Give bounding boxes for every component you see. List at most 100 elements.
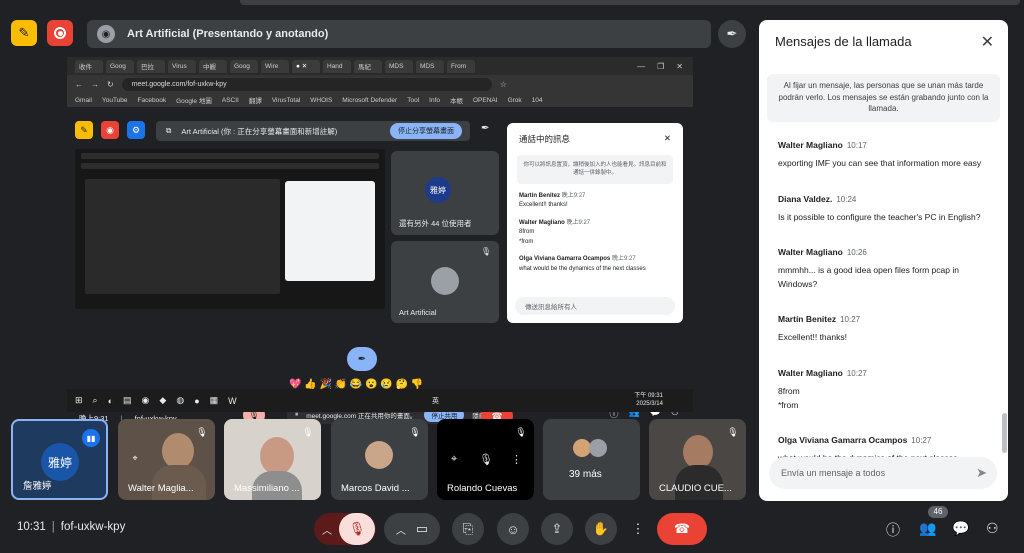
bookmark-item: 104	[531, 96, 543, 104]
chat-icon[interactable]: 💬	[952, 520, 969, 537]
browser-tab: Goog	[230, 59, 258, 73]
inner-annotation-icon: ✎	[75, 121, 93, 139]
more-vert-icon: ⋮	[631, 521, 645, 536]
participant-video	[162, 433, 194, 469]
participant-tile[interactable]: ⌖ 🎙 Walter Maglia...	[118, 419, 215, 500]
phone-hangup-icon: ☎	[673, 521, 691, 536]
present-icon: ⇪	[551, 521, 563, 536]
chat-messages: Walter Magliano 10:17 exporting IMF you c…	[778, 135, 993, 484]
back-icon: ←	[75, 79, 83, 89]
activities-icon[interactable]: ⚇	[986, 520, 999, 537]
browser-tab: Hand	[323, 59, 351, 73]
browser-tab: 馬紀	[354, 59, 382, 73]
inner-chat-message: Walter Magliano 晚上9:27 8from *from	[519, 219, 591, 245]
taskbar-clock: 下午 09:31 2025/3/14	[634, 393, 663, 407]
windows-taskbar: ⊞ ⌕ ◐ ▤ ◉ ◆ ◍ ● ▦ W 英 下午 09:31 2025/3/14	[67, 389, 693, 412]
send-icon[interactable]: ➤	[976, 465, 987, 481]
camera-button[interactable]: ︿ ▭	[384, 513, 440, 545]
more-participants-tile[interactable]: 39 más	[543, 419, 640, 500]
inner-tile-art: 🎙 Art Artificial	[391, 241, 499, 323]
inner-activity-icon: ⚙	[127, 121, 145, 139]
chat-message: Diana Valdez. 10:24 Is it possible to con…	[778, 193, 981, 222]
taskbar-search-icon: ⌕	[92, 395, 98, 405]
inner-mic-off-icon: 🎙	[480, 247, 491, 256]
star-icon: ☆	[499, 79, 507, 89]
chrome-icon: ◉	[141, 395, 150, 405]
browser-tab-active: ● ✕	[292, 59, 320, 73]
participant-tile[interactable]: 🎙 Marcos David ...	[331, 419, 428, 500]
inner-tile-label: Art Artificial	[399, 308, 437, 317]
end-call-button[interactable]: ☎	[657, 513, 707, 545]
speaking-icon: ▮▮	[82, 429, 100, 447]
chevron-up-icon[interactable]: ︿	[396, 522, 406, 537]
mic-off-button[interactable]: 🎙	[339, 513, 375, 545]
app-icon: ◆	[159, 395, 167, 405]
people-count-badge: 46	[928, 506, 948, 518]
chat-message: Walter Magliano 10:17 exporting IMF you c…	[778, 140, 982, 168]
participant-photo	[365, 441, 393, 469]
participant-video	[260, 437, 294, 475]
close-icon[interactable]: ✕	[981, 32, 994, 52]
chat-message: Walter Magliano 10:26 mmmhh... is a good …	[778, 247, 959, 289]
annotation-icon[interactable]: ✎	[11, 20, 37, 46]
avatar: 雅婷	[41, 443, 79, 481]
pin-icon[interactable]: ⌖	[128, 453, 142, 467]
recursive-screen-preview	[75, 149, 385, 309]
taskbar-lang: 英	[431, 397, 439, 405]
annotate-pen-button[interactable]: ✒	[718, 20, 746, 48]
people-icon[interactable]: 👥	[919, 520, 936, 537]
browser-tab-strip: 收件 Goog 巴拉 Virus 中觀 Goog Wire ● ✕ Hand 馬…	[67, 57, 693, 75]
participant-video	[683, 435, 713, 469]
participant-tile[interactable]: ⌖ 🎙 ⋮ 🎙 Rolando Cuevas	[437, 419, 534, 500]
chat-message-input[interactable]: Envía un mensaje a todos ➤	[769, 457, 997, 489]
inner-chat-input: 傳送訊息給所有人	[515, 297, 675, 315]
more-options-button[interactable]: ⋮	[628, 513, 648, 545]
info-icon[interactable]: ⓘ	[886, 520, 900, 540]
bookmark-item: YouTube	[101, 96, 128, 104]
inner-annotate-pen-icon: ✒	[347, 347, 377, 371]
inner-chat-message: Martín Benitez 晚上9:27 Excellent!! thanks…	[519, 192, 586, 209]
inner-stop-share-button: 停止分享螢幕畫面	[390, 123, 462, 139]
presenting-title: Art Artificial (Presentando y anotando)	[127, 28, 329, 40]
recording-icon[interactable]	[47, 20, 73, 46]
presenter-avatar: ◉	[97, 25, 115, 43]
participant-tile[interactable]: 🎙 CLAUDIO CUE...	[649, 419, 746, 500]
bookmark-item: Info	[429, 96, 440, 104]
more-vert-icon[interactable]: ⋮	[511, 453, 522, 466]
browser-tab: MDS	[385, 59, 413, 73]
browser-tab: MDS	[416, 59, 444, 73]
participant-tile[interactable]: 🎙 Massimiliano ...	[224, 419, 321, 500]
mic-off-icon: 🎙	[409, 427, 421, 437]
bookmark-item: WHOIS	[310, 96, 333, 104]
inner-chat-note: 你可以將訊息置頂，讓稍後加入的人也能看見。訊息目前和通話一併錄製中。	[517, 155, 673, 184]
edge-icon: ◐	[107, 395, 114, 406]
captions-button[interactable]: ⎘	[452, 513, 484, 545]
bookmark-item: Grok	[507, 96, 522, 104]
camera-icon: ▭	[415, 521, 429, 536]
present-button[interactable]: ⇪	[541, 513, 573, 545]
bookmark-item: Facebook	[137, 96, 167, 104]
bookmarks-bar: Gmail YouTube Facebook Google 地圖 ASCII 翻…	[67, 93, 693, 107]
meeting-code: fof-uxkw-kpy	[60, 521, 126, 533]
inner-pen-icon: ✒	[481, 123, 490, 134]
bookmark-item: OPENAI	[473, 96, 498, 104]
pause-icon: ⏸	[295, 411, 299, 418]
pin-icon[interactable]: ⌖	[451, 453, 457, 466]
mic-options-chevron-icon[interactable]: ︿	[315, 522, 339, 537]
inner-avatar: 雅婷	[425, 177, 451, 203]
app-icon: ▦	[209, 395, 219, 405]
participant-tile-self[interactable]: 雅婷 ▮▮ 詹雅婷	[11, 419, 108, 500]
firefox-icon: ◍	[176, 395, 185, 405]
shared-screen: 收件 Goog 巴拉 Virus 中觀 Goog Wire ● ✕ Hand 馬…	[67, 57, 693, 427]
app-icon: ●	[194, 395, 200, 406]
chat-message: Walter Magliano 10:27 8from *from	[778, 367, 867, 410]
reactions-button[interactable]: ☺	[497, 513, 529, 545]
bookmark-item: 本帳	[450, 98, 463, 105]
forward-icon: →	[91, 79, 99, 89]
chat-message: Martín Benitez 10:27 Excellent!! thanks!	[778, 314, 861, 343]
chat-scrollbar[interactable]	[1002, 413, 1007, 453]
mic-off-icon: 🎙	[515, 427, 527, 437]
browser-tab: Goog	[106, 59, 134, 73]
raise-hand-button[interactable]: ✋	[585, 513, 617, 545]
reload-icon: ↻	[107, 79, 114, 89]
